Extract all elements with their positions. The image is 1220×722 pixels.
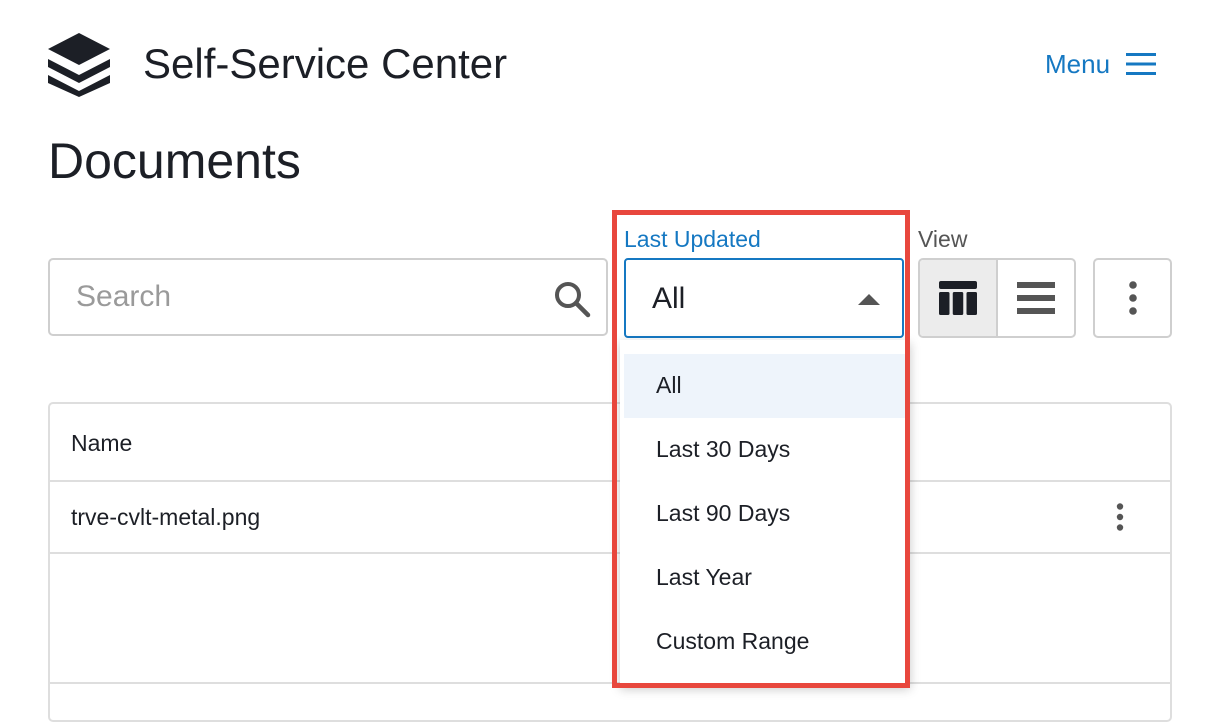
option-label: All (656, 372, 682, 398)
table-row[interactable]: trve-cvlt-metal.png (50, 482, 1170, 554)
tile-view-button[interactable] (920, 260, 998, 336)
option-custom-range[interactable]: Custom Range (624, 610, 906, 674)
caret-up-icon (858, 294, 880, 305)
option-all[interactable]: All (624, 354, 906, 418)
menu-button[interactable]: Menu (1045, 46, 1157, 82)
page-title: Documents (48, 133, 301, 189)
more-options-button[interactable] (1093, 258, 1172, 338)
documents-table: Name trve-cvlt-metal.png (48, 402, 1172, 722)
app-title: Self-Service Center (143, 40, 508, 87)
option-last-year[interactable]: Last Year (624, 546, 906, 610)
last-updated-label: Last Updated (624, 226, 761, 252)
last-updated-dropdown: All Last 30 Days Last 90 Days Last Year … (620, 340, 910, 686)
table-header: Name (50, 404, 1170, 482)
column-header-name[interactable]: Name (71, 430, 132, 457)
option-last-30-days[interactable]: Last 30 Days (624, 418, 906, 482)
tile-view-icon (939, 281, 977, 315)
hamburger-icon (1126, 53, 1157, 75)
kebab-menu-icon (1128, 281, 1137, 315)
document-name[interactable]: trve-cvlt-metal.png (71, 504, 260, 531)
table-empty-area (50, 554, 1170, 684)
kebab-menu-icon (1116, 503, 1124, 531)
list-view-icon (1017, 282, 1055, 314)
option-label: Last Year (656, 564, 752, 590)
option-label: Last 30 Days (656, 436, 791, 462)
menu-label: Menu (1045, 48, 1111, 79)
last-updated-select[interactable]: All (624, 258, 904, 338)
option-last-90-days[interactable]: Last 90 Days (624, 482, 906, 546)
search-icon[interactable] (553, 280, 591, 318)
row-actions-button[interactable] (1110, 500, 1130, 534)
view-toggle (918, 258, 1076, 338)
view-label: View (918, 226, 968, 252)
last-updated-value: All (652, 282, 686, 315)
option-label: Last 90 Days (656, 500, 791, 526)
option-label: Custom Range (656, 628, 810, 654)
search-input[interactable] (76, 276, 516, 318)
list-view-button[interactable] (998, 260, 1074, 336)
search-box (48, 258, 608, 336)
stacked-layers-logo (48, 33, 110, 97)
